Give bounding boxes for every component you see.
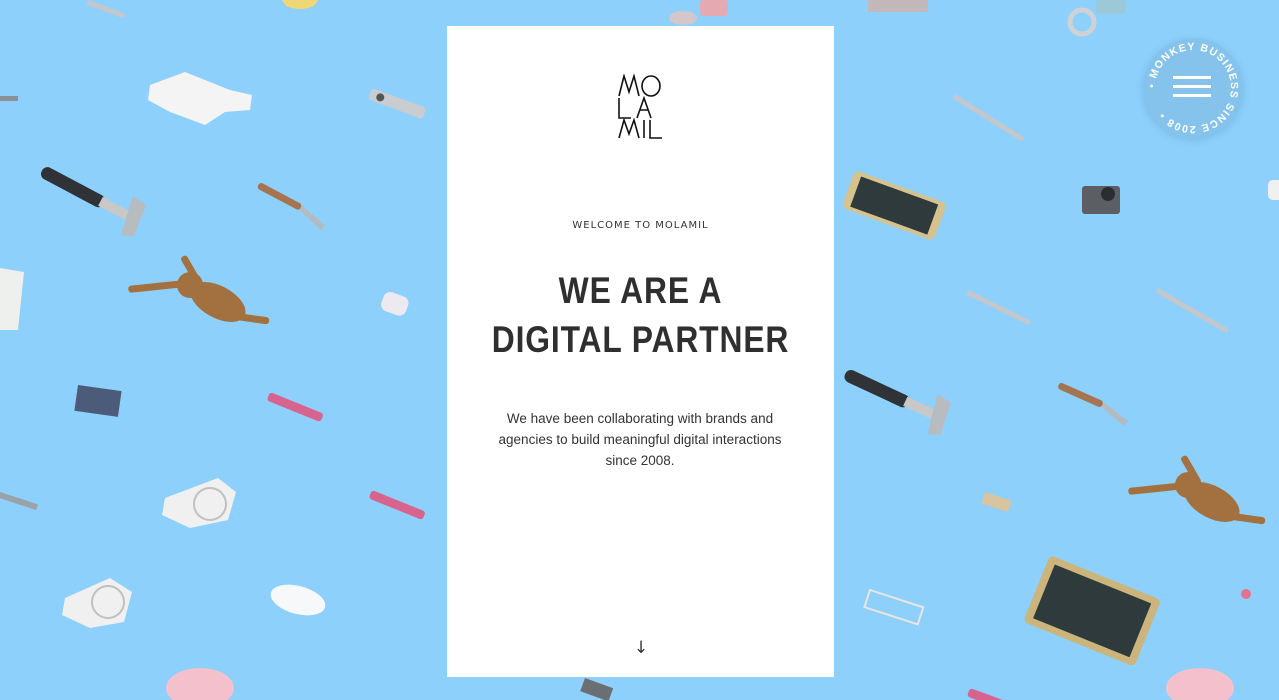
welcome-eyebrow: WELCOME TO MOLAMIL (572, 220, 709, 231)
microchip-object (74, 385, 122, 417)
scalpel-object (1156, 288, 1229, 333)
hammer-object (844, 369, 951, 436)
menu-badge-button[interactable]: • MONKEY BUSINESS SINCE 2008 • (1143, 38, 1243, 138)
phone-object (843, 171, 946, 240)
headline-line-2: DIGITAL PARTNER (491, 319, 790, 360)
bead-object (1241, 589, 1251, 599)
pink-stick-object (967, 688, 1003, 700)
compass-object (0, 492, 39, 511)
hamburger-menu-icon[interactable] (1173, 76, 1211, 98)
bottle-object (1096, 0, 1126, 14)
pie-object (282, 0, 318, 9)
hammer-object (41, 167, 146, 238)
mouse-object (270, 584, 326, 616)
spatula-object (257, 183, 326, 231)
scalpel-object (966, 290, 1031, 325)
intro-card: WELCOME TO MOLAMIL WE ARE A DIGITAL PART… (447, 26, 834, 677)
paper-cup-object (0, 268, 24, 330)
piggy-bank-object (1166, 668, 1234, 700)
scalpel-object (86, 0, 126, 18)
camera-object (1082, 186, 1120, 214)
sampler-object (868, 0, 928, 12)
molamil-logo[interactable] (617, 74, 663, 140)
wooden-monkey-object (1128, 455, 1266, 525)
hero-headline: WE ARE A DIGITAL PARTNER (474, 266, 807, 364)
paper-clip-object (863, 588, 925, 626)
tablet-object (1024, 556, 1160, 666)
scalpel-object (953, 94, 1024, 141)
scroll-down-arrow-icon[interactable]: ↓ (622, 634, 660, 662)
pink-stick-object (267, 392, 323, 422)
wire-spool-object (162, 478, 236, 528)
tape-object (1067, 7, 1097, 37)
pencil-object (0, 96, 18, 101)
piggy-bank-object (166, 668, 234, 700)
intro-paragraph: We have been collaborating with brands a… (498, 411, 782, 468)
pink-stick-object (369, 490, 425, 520)
bulldog-clip-object (580, 678, 614, 700)
wooden-monkey-object (128, 255, 270, 325)
spatula-object (1058, 382, 1129, 426)
remote-object (368, 88, 426, 119)
headline-line-1: WE ARE A (558, 270, 723, 311)
eraser-object (381, 291, 409, 316)
glove-object (148, 72, 252, 125)
lid-object (669, 11, 697, 25)
eraser-object (1268, 180, 1279, 200)
pencil-sharpener-object (981, 492, 1012, 513)
wire-spool-object (62, 578, 132, 628)
jar-object (700, 0, 728, 16)
